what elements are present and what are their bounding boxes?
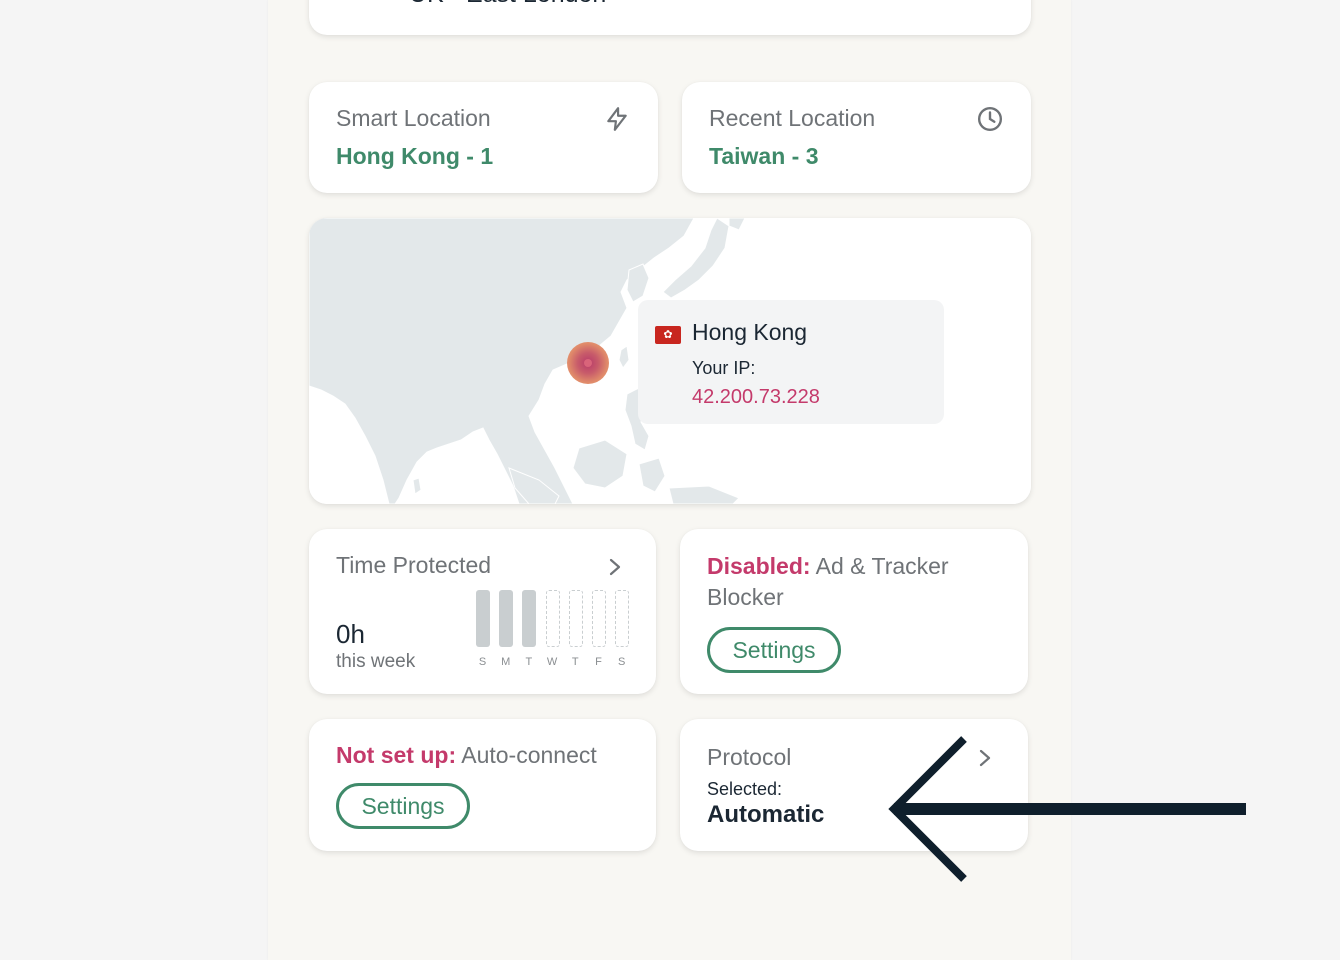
ad-blocker-text: Disabled: Ad & Tracker Blocker (707, 551, 987, 613)
chevron-right-icon (609, 558, 621, 576)
day-bar (545, 590, 560, 647)
protocol-selected-label: Selected: (707, 779, 783, 799)
location-pin[interactable] (567, 342, 609, 384)
day-label: W (546, 656, 559, 668)
day-label: S (478, 656, 488, 668)
day-bar (499, 590, 514, 647)
day-bar (615, 590, 630, 647)
day-label: T (525, 656, 534, 668)
auto-connect-label: Auto-connect (461, 742, 597, 768)
clock-icon (977, 106, 1003, 132)
day-bar (476, 590, 490, 647)
smart-location-label: Smart Location (336, 105, 491, 131)
day-label: M (501, 656, 512, 668)
pointer-arrow-icon (888, 736, 1246, 882)
day-bar (568, 590, 583, 647)
smart-location-card[interactable]: Smart Location Hong Kong - 1 (309, 82, 658, 193)
recent-location-label: Recent Location (709, 105, 876, 131)
recent-location-card[interactable]: Recent Location Taiwan - 3 (682, 82, 1031, 193)
time-protected-subtitle: this week (336, 651, 416, 672)
auto-connect-card[interactable]: Not set up: Auto-connect Settings (309, 719, 656, 851)
lightning-icon (607, 107, 627, 131)
time-protected-title: Time Protected (336, 552, 492, 578)
map-card[interactable]: ✿ Hong Kong Your IP: 42.200.73.228 (309, 218, 1031, 504)
day-label: S (618, 656, 627, 668)
auto-connect-status: Not set up: (336, 742, 457, 768)
day-bar (522, 590, 537, 647)
current-location-name: UK - East London (409, 0, 606, 9)
location-country: Hong Kong (692, 319, 808, 345)
day-label: T (571, 656, 580, 668)
ip-value: 42.200.73.228 (692, 386, 820, 408)
time-protected-value: 0h (336, 619, 365, 649)
day-label: F (595, 656, 603, 668)
ad-blocker-card[interactable]: Disabled: Ad & Tracker Blocker Settings (680, 529, 1028, 694)
hong-kong-flag-icon: ✿ (655, 326, 681, 344)
protocol-selected-value: Automatic (707, 801, 825, 828)
auto-connect-settings-button[interactable]: Settings (336, 783, 470, 829)
ad-blocker-settings-button[interactable]: Settings (707, 627, 841, 673)
ip-label: Your IP: (692, 358, 756, 378)
ad-blocker-status: Disabled: (707, 553, 811, 579)
location-info-box: ✿ Hong Kong Your IP: 42.200.73.228 (638, 300, 944, 424)
current-location-card[interactable]: UK - East London (309, 0, 1031, 35)
time-protected-card[interactable]: Time Protected 0h this week S M TWT F S (309, 529, 656, 694)
auto-connect-text: Not set up: Auto-connect (336, 742, 597, 769)
recent-location-value: Taiwan - 3 (709, 143, 819, 169)
smart-location-value: Hong Kong - 1 (336, 143, 494, 169)
protocol-title: Protocol (707, 744, 792, 770)
day-bar (592, 590, 606, 647)
